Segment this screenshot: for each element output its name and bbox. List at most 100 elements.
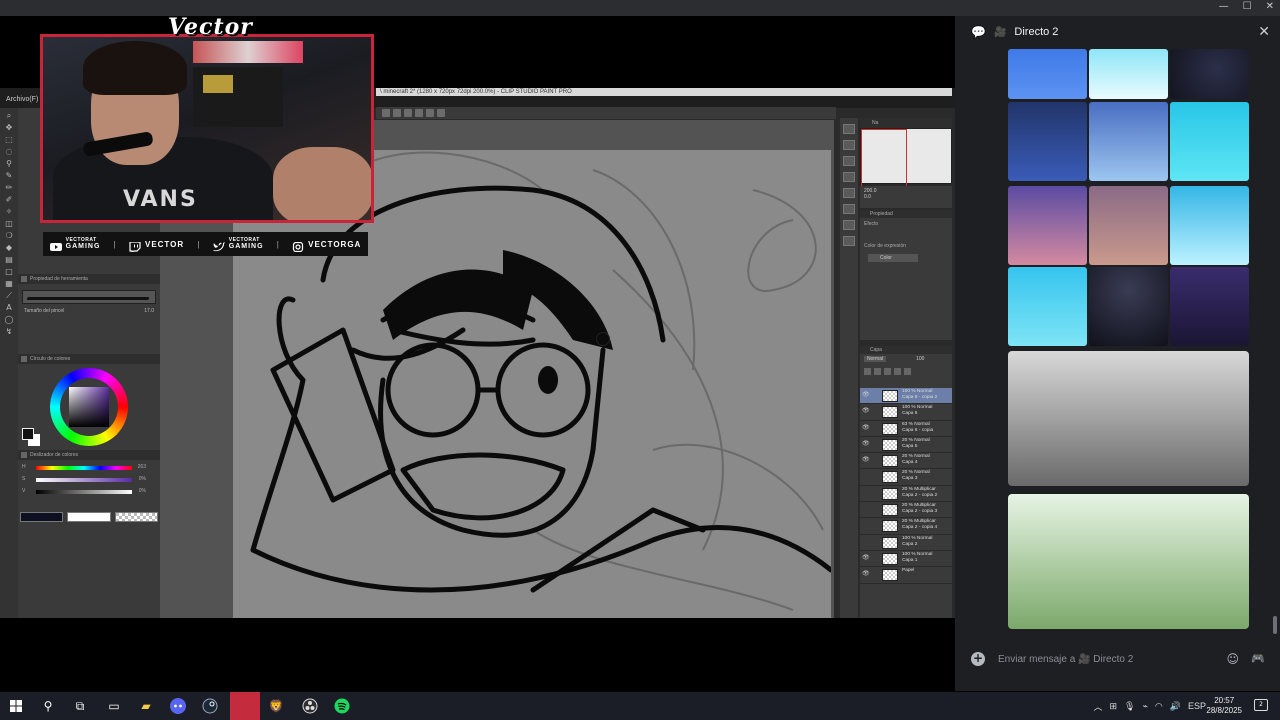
minecraft-sky-image[interactable]	[1170, 267, 1249, 346]
maximize-button[interactable]: ☐	[1243, 1, 1252, 12]
slider-track[interactable]	[36, 478, 132, 482]
lasso-tool-icon[interactable]: ◌	[4, 148, 14, 156]
info-tab-icon[interactable]	[843, 156, 855, 166]
select-tool-icon[interactable]: ⬚	[4, 136, 14, 144]
fill-icon[interactable]	[437, 109, 445, 117]
layer-row[interactable]: 👁 100 % Normal Capa 6	[860, 404, 952, 421]
eraser-tool-icon[interactable]: ◫	[4, 220, 14, 228]
minimize-button[interactable]: —	[1219, 1, 1229, 12]
visibility-eye-icon[interactable]	[862, 506, 868, 512]
slider-value[interactable]: 263	[138, 464, 146, 470]
windows-start-icon[interactable]	[6, 696, 26, 716]
navigator-tab-icon[interactable]	[843, 124, 855, 134]
swatch-transparent[interactable]	[114, 512, 158, 522]
saturation-value-square[interactable]	[69, 387, 109, 427]
minecraft-sky-image[interactable]	[1089, 186, 1168, 265]
file-menu[interactable]: Archivo(F)	[6, 96, 38, 103]
minecraft-sky-image[interactable]	[1008, 267, 1087, 346]
minecraft-sky-image[interactable]	[1008, 186, 1087, 265]
message-input[interactable]: + Enviar mensaje a 🎥 Directo 2 ☺ 🎮	[971, 644, 1269, 674]
layer-row[interactable]: 20 % Multiplicar Capa 2 - copia 2	[860, 486, 952, 503]
visibility-eye-icon[interactable]: 👁	[862, 554, 870, 561]
close-icon[interactable]: ✕	[1258, 24, 1270, 40]
layer-row[interactable]: 👁 100 % Normal Capa 6 - copia 2	[860, 388, 952, 405]
brush-size-row[interactable]: Tamaño del pincel 17.0	[18, 304, 160, 318]
history-tab-icon[interactable]	[843, 236, 855, 246]
delete-layer-icon[interactable]	[904, 368, 911, 375]
layer-property-tab-icon[interactable]	[843, 204, 855, 214]
pencil-tool-icon[interactable]: ✏	[4, 184, 14, 192]
visibility-eye-icon[interactable]	[862, 539, 868, 545]
brush-size-tab-icon[interactable]	[843, 188, 855, 198]
navigator-thumbnail[interactable]	[860, 128, 952, 187]
eyedropper-tool-icon[interactable]: ⚲	[4, 160, 14, 168]
clear-icon[interactable]	[426, 109, 434, 117]
gradient-tool-icon[interactable]: ▤	[4, 256, 14, 264]
slider-value[interactable]: 0%	[139, 476, 146, 482]
visibility-eye-icon[interactable]: 👁	[862, 408, 870, 414]
text-tool-icon[interactable]: A	[4, 304, 14, 312]
minecraft-sky-image[interactable]	[1089, 49, 1168, 99]
layer-row[interactable]: 20 % Multiplicar Capa 2 - copia 4	[860, 518, 952, 535]
folder-icon[interactable]: ▰	[136, 696, 156, 716]
layer-row[interactable]: 👁 Papel	[860, 567, 952, 584]
network-icon[interactable]: ⊞	[1110, 701, 1118, 712]
microphone-icon[interactable]: 🎙	[1124, 701, 1135, 712]
minecraft-sky-image[interactable]	[1089, 102, 1168, 181]
swatch-dark[interactable]	[20, 512, 64, 522]
blend-mode-select[interactable]: Normal	[864, 356, 887, 362]
figure-tool-icon[interactable]: □	[4, 268, 14, 276]
minecraft-sky-image[interactable]	[1008, 102, 1087, 181]
undo-icon[interactable]	[382, 109, 390, 117]
new-folder-icon[interactable]	[874, 368, 881, 375]
layer-row[interactable]: 100 % Normal Capa 2	[860, 535, 952, 551]
visibility-eye-icon[interactable]: 👁	[862, 424, 870, 431]
emoji-icon[interactable]: ☺	[1226, 652, 1239, 666]
fill-tool-icon[interactable]: ◆	[4, 244, 14, 252]
spotify-icon[interactable]	[332, 696, 352, 716]
system-clock[interactable]: 20:57 28/8/2025	[1206, 696, 1242, 716]
color-slider-v[interactable]: V 0%	[22, 488, 156, 496]
redo-icon[interactable]	[393, 109, 401, 117]
slider-track[interactable]	[36, 490, 132, 494]
brave-browser-icon[interactable]: 🦁	[266, 696, 286, 716]
language-indicator[interactable]: ESP	[1188, 701, 1206, 711]
minecraft-character-image[interactable]	[1008, 351, 1249, 486]
volume-icon[interactable]: 🔊	[1170, 701, 1181, 712]
discord-app-icon[interactable]	[168, 696, 188, 716]
active-app-highlight[interactable]	[230, 692, 260, 720]
slider-value[interactable]: 0%	[139, 488, 146, 494]
color-slider-s[interactable]: S 0%	[22, 476, 156, 484]
activities-icon[interactable]: 🎮	[1251, 652, 1265, 665]
tray-overflow-icon[interactable]: ︿	[1093, 700, 1102, 713]
zoom-tool-icon[interactable]: ⌕	[4, 112, 14, 120]
foreground-color-chip[interactable]	[22, 428, 34, 440]
attach-plus-icon[interactable]: +	[971, 652, 985, 666]
frame-tool-icon[interactable]: ▦	[4, 280, 14, 288]
visibility-eye-icon[interactable]	[862, 522, 868, 528]
blend-tool-icon[interactable]: ❍	[4, 232, 14, 240]
obs-icon[interactable]	[300, 696, 320, 716]
expression-color-select[interactable]: Color	[868, 254, 918, 262]
layer-row[interactable]: 👁 20 % Normal Capa 4	[860, 453, 952, 470]
chat-scrollbar[interactable]	[1273, 616, 1277, 634]
close-window-button[interactable]: ✕	[1266, 1, 1274, 12]
visibility-eye-icon[interactable]: 👁	[862, 457, 870, 463]
subview-tab-icon[interactable]	[843, 140, 855, 150]
visibility-eye-icon[interactable]: 👁	[862, 440, 870, 447]
mask-icon[interactable]	[884, 368, 891, 375]
color-slider-h[interactable]: H 263	[22, 464, 156, 472]
lock-icon[interactable]	[894, 368, 901, 375]
wifi-icon[interactable]: ◠	[1155, 701, 1163, 712]
swatch-white[interactable]	[67, 512, 111, 522]
layer-row[interactable]: 👁 63 % Normal Capa 6 - copia	[860, 421, 952, 437]
minecraft-sky-image[interactable]	[1089, 267, 1168, 346]
visibility-eye-icon[interactable]	[862, 473, 868, 479]
minecraft-sky-image[interactable]	[1008, 49, 1087, 99]
balloon-tool-icon[interactable]: ◯	[4, 316, 14, 324]
minecraft-sky-image[interactable]	[1170, 102, 1249, 181]
minecraft-sky-image[interactable]	[1170, 186, 1249, 265]
file-explorer-icon[interactable]: ▭	[104, 696, 124, 716]
visibility-eye-icon[interactable]	[862, 490, 868, 496]
opacity-value[interactable]: 100	[916, 356, 924, 362]
